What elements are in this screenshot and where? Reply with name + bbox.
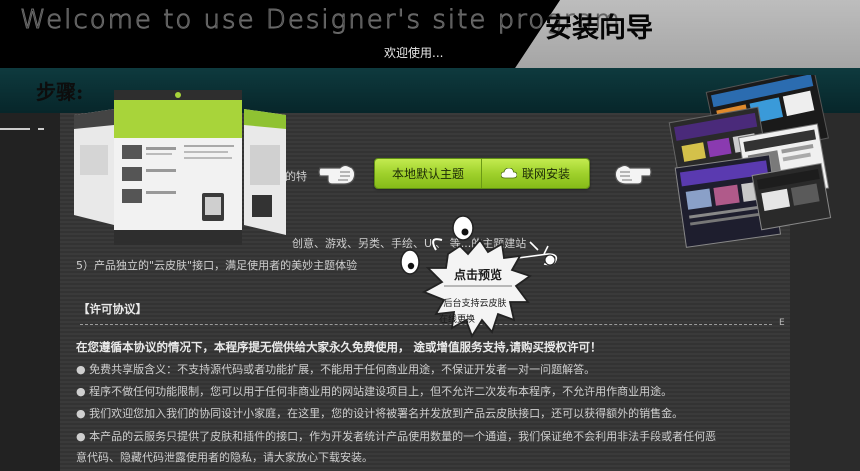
- left-dash-small: [38, 128, 44, 130]
- license-item: ● 本产品的云服务只提供了皮肤和插件的接口，作为开发者统计产品使用数量的一个通道…: [76, 430, 717, 443]
- license-item: ● 我们欢迎您加入我们的协同设计小家庭，在这里，您的设计将被署名并发放到产品云皮…: [76, 407, 684, 420]
- screen-right-back: [244, 109, 286, 235]
- online-install-label: 联网安装: [521, 167, 570, 181]
- header-subtitle: 欢迎使用...: [384, 46, 444, 60]
- header-bar: Welcome to use Designer's site program 安…: [0, 0, 860, 68]
- install-button-group: 本地默认主题 联网安装: [374, 158, 590, 189]
- license-item: ● 程序不做任何功能限制，您可以用于任何非商业用的网站建设项目上，但不允许二次发…: [76, 385, 673, 398]
- pointing-hand-left-icon: [614, 164, 652, 185]
- pointing-hand-right-icon: [318, 164, 356, 185]
- local-default-theme-label: 本地默认主题: [391, 167, 464, 181]
- preview-badge-title: 点击预览: [454, 267, 502, 282]
- left-dash: [0, 128, 30, 130]
- preview-badge-line1: 后台支持云皮肤: [443, 297, 506, 309]
- license-heading: 【许可协议】: [78, 302, 147, 316]
- screen-left-back: [74, 109, 114, 225]
- screen-main: [114, 90, 242, 245]
- cloud-icon: [500, 168, 517, 179]
- local-default-theme-button[interactable]: 本地默认主题: [375, 159, 482, 188]
- side-letter: E: [779, 318, 785, 328]
- header-title-cn: 安装向导: [545, 13, 653, 44]
- intro-line-5: 5）产品独立的"云皮肤"接口，满足使用者的美妙主题体验: [76, 259, 358, 272]
- online-install-button[interactable]: 联网安装: [482, 159, 589, 188]
- header-title-en: Welcome to use Designer's site program: [20, 5, 622, 36]
- right-theme-screens-illustration: [668, 75, 832, 248]
- preview-badge-line2: 在线更换: [439, 313, 475, 325]
- left-strip: [0, 113, 60, 471]
- license-item-continued: 意代码、隐藏代码泄露使用者的隐私，请大家放心下载安装。: [76, 451, 373, 464]
- preview-starburst-badge[interactable]: 点击预览 后台支持云皮肤 在线更换: [398, 210, 568, 370]
- left-theme-screens-illustration: [74, 90, 286, 245]
